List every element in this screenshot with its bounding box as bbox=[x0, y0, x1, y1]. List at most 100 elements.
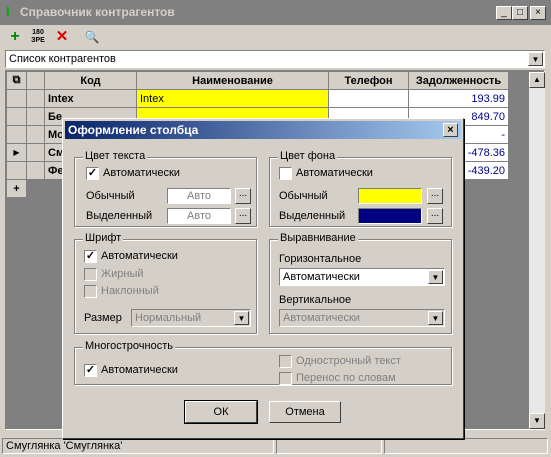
multiline-auto-label: Автоматически bbox=[101, 364, 178, 376]
horizontal-align-value: Автоматически bbox=[283, 271, 360, 283]
text-normal-label: Обычный bbox=[86, 190, 135, 202]
current-row-marker[interactable]: ▶ bbox=[6, 143, 27, 162]
cell-code[interactable]: Intex bbox=[44, 89, 137, 108]
add-icon[interactable]: + bbox=[5, 27, 25, 47]
grid-vertical-scrollbar[interactable]: ▲ ▼ bbox=[529, 72, 545, 429]
renumber-top-label: 180 bbox=[32, 29, 44, 36]
horizontal-align-select[interactable]: Автоматически ▼ bbox=[279, 268, 445, 286]
font-auto-label: Автоматически bbox=[101, 250, 178, 262]
font-size-value: Нормальный bbox=[135, 312, 202, 324]
bg-color-group-label: Цвет фона bbox=[278, 150, 338, 162]
cell-debt[interactable]: 193.99 bbox=[408, 89, 509, 108]
font-size-select[interactable]: Нормальный ▼ bbox=[131, 309, 251, 327]
add-row-marker[interactable]: + bbox=[6, 179, 27, 198]
app-icon: I bbox=[6, 4, 10, 19]
toolbar: + 180 ЗРЕ ✕ 🔍 bbox=[0, 25, 551, 49]
row-cell-blank bbox=[26, 143, 45, 162]
text-color-auto-checkbox[interactable]: ✓ bbox=[86, 167, 99, 180]
main-titlebar: I Справочник контрагентов _ □ × bbox=[0, 0, 551, 25]
vertical-align-value: Автоматически bbox=[283, 312, 360, 324]
text-selected-color-box: Авто bbox=[167, 208, 231, 224]
status-right bbox=[384, 438, 548, 454]
row-indicator[interactable] bbox=[6, 89, 27, 108]
list-selector[interactable]: Список контрагентов ▼ bbox=[5, 50, 545, 68]
font-bold-checkbox[interactable] bbox=[84, 268, 97, 281]
grid-corner-icon[interactable]: ⧉ bbox=[6, 71, 27, 90]
text-color-auto-label: Автоматически bbox=[103, 167, 180, 179]
row-cell-blank bbox=[26, 161, 45, 180]
text-color-group: Цвет текста ✓ Автоматически Обычный Авто… bbox=[74, 150, 257, 227]
bg-color-auto-checkbox[interactable] bbox=[279, 167, 292, 180]
word-wrap-label: Перенос по словам bbox=[296, 372, 396, 384]
delete-icon[interactable]: ✕ bbox=[52, 27, 72, 47]
dialog-title: Оформление столбца bbox=[68, 123, 199, 137]
window-title: Справочник контрагентов bbox=[20, 5, 175, 19]
text-normal-color-button[interactable]: ... bbox=[235, 188, 251, 204]
renumber-button[interactable]: 180 ЗРЕ bbox=[28, 27, 48, 47]
renumber-bottom-label: ЗРЕ bbox=[31, 37, 45, 44]
alignment-group-label: Выравнивание bbox=[278, 232, 358, 244]
row-cell-blank bbox=[26, 89, 45, 108]
ok-button[interactable]: ОК bbox=[184, 400, 258, 424]
cancel-button[interactable]: Отмена bbox=[269, 401, 341, 423]
bg-color-group: Цвет фона Автоматически Обычный ... Выде… bbox=[269, 150, 452, 227]
text-selected-color-button[interactable]: ... bbox=[235, 208, 251, 224]
scroll-up-icon[interactable]: ▲ bbox=[529, 72, 545, 88]
close-button[interactable]: × bbox=[530, 6, 546, 20]
cell-name[interactable]: Intex bbox=[136, 89, 329, 108]
bg-color-auto-label: Автоматически bbox=[296, 167, 373, 179]
dialog-titlebar: Оформление столбца × bbox=[65, 121, 461, 139]
dialog-close-icon[interactable]: × bbox=[443, 123, 458, 137]
chevron-down-icon[interactable]: ▼ bbox=[428, 311, 443, 325]
list-selector-value: Список контрагентов bbox=[9, 53, 116, 65]
text-color-group-label: Цвет текста bbox=[83, 150, 148, 162]
bg-selected-label: Выделенный bbox=[279, 210, 346, 222]
col-header-phone[interactable]: Телефон bbox=[328, 71, 409, 90]
minimize-button[interactable]: _ bbox=[496, 6, 512, 20]
status-left: Смуглянка 'Смуглянка' bbox=[2, 438, 274, 454]
bg-normal-color-button[interactable]: ... bbox=[427, 188, 443, 204]
alignment-group: Выравнивание Горизонтальное Автоматическ… bbox=[269, 232, 452, 334]
row-cell-blank bbox=[26, 125, 45, 144]
status-mid bbox=[276, 438, 382, 454]
row-indicator[interactable] bbox=[6, 107, 27, 126]
font-group-label: Шрифт bbox=[83, 232, 124, 244]
bg-normal-color-box bbox=[358, 188, 422, 204]
col-header-code[interactable]: Код bbox=[44, 71, 137, 90]
col-header-name[interactable]: Наименование bbox=[136, 71, 329, 90]
single-line-label: Однострочный текст bbox=[296, 355, 401, 367]
font-italic-label: Наклонный bbox=[101, 285, 159, 297]
multiline-group: Многострочность ✓ Автоматически Одностро… bbox=[74, 340, 452, 385]
font-size-label: Размер bbox=[84, 312, 122, 324]
cell-phone[interactable] bbox=[328, 89, 409, 108]
font-bold-label: Жирный bbox=[101, 268, 144, 280]
text-normal-color-box: Авто bbox=[167, 188, 231, 204]
table-row[interactable]: Intex Intex 193.99 bbox=[6, 89, 509, 108]
single-line-checkbox[interactable] bbox=[279, 355, 292, 368]
font-auto-checkbox[interactable]: ✓ bbox=[84, 250, 97, 263]
font-group: Шрифт ✓ Автоматически Жирный Наклонный Р… bbox=[74, 232, 257, 334]
vertical-align-select[interactable]: Автоматически ▼ bbox=[279, 309, 445, 327]
chevron-down-icon[interactable]: ▼ bbox=[234, 311, 249, 325]
col-header-debt[interactable]: Задолженность bbox=[408, 71, 509, 90]
bg-selected-color-box bbox=[358, 208, 422, 224]
bg-selected-color-button[interactable]: ... bbox=[427, 208, 443, 224]
grid-empty-header bbox=[26, 71, 45, 90]
scroll-down-icon[interactable]: ▼ bbox=[529, 413, 545, 429]
word-wrap-checkbox[interactable] bbox=[279, 372, 292, 385]
column-format-dialog: Оформление столбца × Цвет текста ✓ Автом… bbox=[62, 118, 464, 439]
vertical-label: Вертикальное bbox=[279, 294, 352, 306]
multiline-group-label: Многострочность bbox=[83, 340, 175, 352]
bg-normal-label: Обычный bbox=[279, 190, 328, 202]
row-indicator[interactable] bbox=[6, 125, 27, 144]
maximize-button[interactable]: □ bbox=[512, 6, 528, 20]
search-icon[interactable]: 🔍 bbox=[82, 27, 102, 47]
chevron-down-icon[interactable]: ▼ bbox=[528, 52, 543, 66]
multiline-auto-checkbox[interactable]: ✓ bbox=[84, 364, 97, 377]
chevron-down-icon[interactable]: ▼ bbox=[428, 270, 443, 284]
font-italic-checkbox[interactable] bbox=[84, 285, 97, 298]
row-cell-blank bbox=[26, 107, 45, 126]
row-indicator[interactable] bbox=[6, 161, 27, 180]
text-selected-label: Выделенный bbox=[86, 210, 153, 222]
statusbar: Смуглянка 'Смуглянка' bbox=[0, 436, 551, 457]
